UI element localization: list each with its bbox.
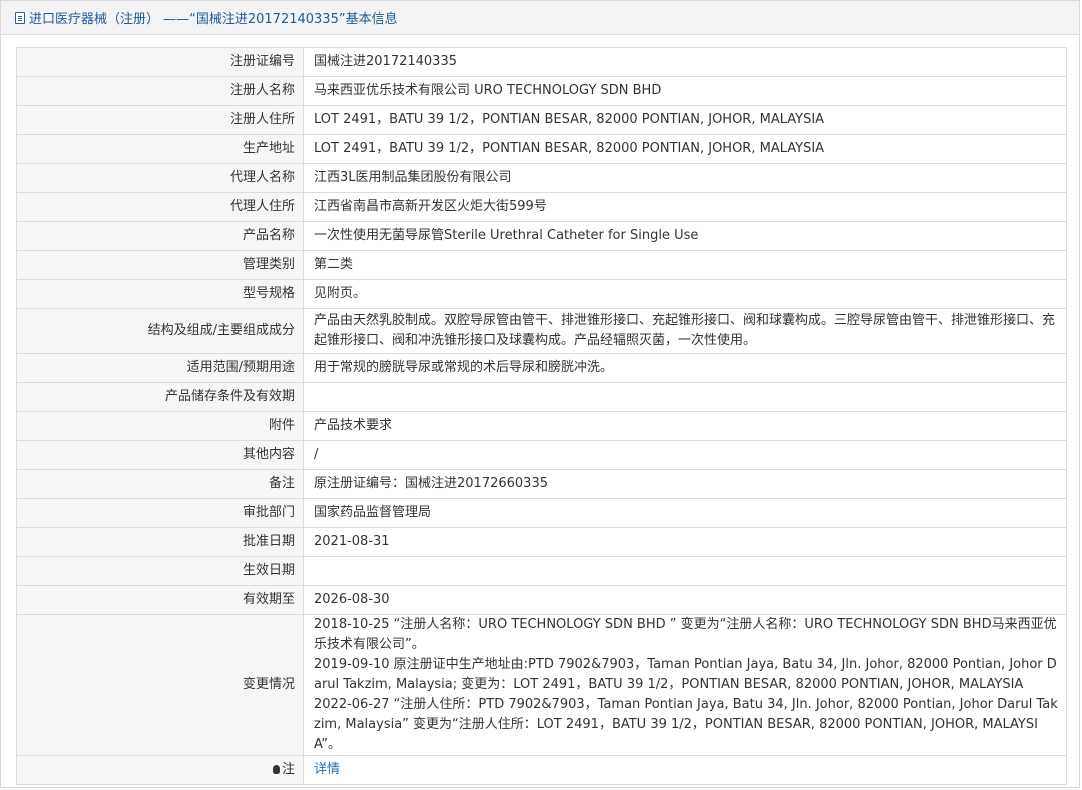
field-value: 第二类 xyxy=(303,250,1067,280)
field-label: 备注 xyxy=(16,469,304,499)
table-row: 注册人名称 马来西亚优乐技术有限公司 URO TECHNOLOGY SDN BHD xyxy=(16,76,1067,106)
bulb-icon xyxy=(272,765,280,774)
page-title: 进口医疗器械（注册） ——“国械注进20172140335”基本信息 xyxy=(29,12,398,27)
field-label: 其他内容 xyxy=(16,440,304,470)
field-label: 注册人住所 xyxy=(16,105,304,135)
table-row: 有效期至 2026-08-30 xyxy=(16,585,1067,615)
field-label: 注册人名称 xyxy=(16,76,304,106)
note-label-cell: 注 xyxy=(16,755,304,785)
field-value: 2021-08-31 xyxy=(303,527,1067,557)
field-value: 原注册证编号：国械注进20172660335 xyxy=(303,469,1067,499)
table-row: 产品名称 一次性使用无菌导尿管Sterile Urethral Catheter … xyxy=(16,221,1067,251)
table-row: 注册人住所 LOT 2491，BATU 39 1/2，PONTIAN BESAR,… xyxy=(16,105,1067,135)
field-value: LOT 2491，BATU 39 1/2，PONTIAN BESAR, 8200… xyxy=(303,134,1067,164)
panel-header: 进口医疗器械（注册） ——“国械注进20172140335”基本信息 xyxy=(1,1,1079,35)
field-label: 变更情况 xyxy=(16,614,304,756)
change-entry: 2018-10-25 “注册人名称：URO TECHNOLOGY SDN BHD… xyxy=(314,617,1057,652)
details-link[interactable]: 详情 xyxy=(314,762,340,777)
field-label: 代理人名称 xyxy=(16,163,304,193)
field-label: 注册证编号 xyxy=(16,47,304,77)
document-icon xyxy=(15,11,25,24)
table-row: 代理人住所 江西省南昌市高新开发区火炬大街599号 xyxy=(16,192,1067,222)
info-table: 注册证编号 国械注进20172140335 注册人名称 马来西亚优乐技术有限公司 UR… xyxy=(16,47,1067,785)
field-label: 适用范围/预期用途 xyxy=(16,353,304,383)
table-row: 其他内容 / xyxy=(16,440,1067,470)
field-label: 产品名称 xyxy=(16,221,304,251)
field-label: 产品储存条件及有效期 xyxy=(16,382,304,412)
field-value: 马来西亚优乐技术有限公司 URO TECHNOLOGY SDN BHD xyxy=(303,76,1067,106)
field-value: 产品由天然乳胶制成。双腔导尿管由管干、排泄锥形接口、充起锥形接口、阀和球囊构成。… xyxy=(303,308,1067,354)
table-row: 生产地址 LOT 2491，BATU 39 1/2，PONTIAN BESAR, … xyxy=(16,134,1067,164)
field-label: 代理人住所 xyxy=(16,192,304,222)
field-value: 产品技术要求 xyxy=(303,411,1067,441)
change-entry: 2022-06-27 “注册人住所：PTD 7902&7903，Taman Po… xyxy=(314,697,1058,752)
field-label: 批准日期 xyxy=(16,527,304,557)
field-label: 生效日期 xyxy=(16,556,304,586)
field-label: 管理类别 xyxy=(16,250,304,280)
table-row: 批准日期 2021-08-31 xyxy=(16,527,1067,557)
note-value: 详情 xyxy=(303,755,1067,785)
table-row: 代理人名称 江西3L医用制品集团股份有限公司 xyxy=(16,163,1067,193)
table-row-note: 注 详情 xyxy=(16,755,1067,785)
field-label: 附件 xyxy=(16,411,304,441)
table-row: 审批部门 国家药品监督管理局 xyxy=(16,498,1067,528)
field-value: 2026-08-30 xyxy=(303,585,1067,615)
table-row: 管理类别 第二类 xyxy=(16,250,1067,280)
table-row: 生效日期 xyxy=(16,556,1067,586)
field-value: 江西省南昌市高新开发区火炬大街599号 xyxy=(303,192,1067,222)
field-value: 用于常规的膀胱导尿或常规的术后导尿和膀胱冲洗。 xyxy=(303,353,1067,383)
field-value: LOT 2491，BATU 39 1/2，PONTIAN BESAR, 8200… xyxy=(303,105,1067,135)
field-value xyxy=(303,556,1067,586)
field-value: / xyxy=(303,440,1067,470)
table-row: 附件 产品技术要求 xyxy=(16,411,1067,441)
table-row: 型号规格 见附页。 xyxy=(16,279,1067,309)
field-label: 型号规格 xyxy=(16,279,304,309)
table-row: 结构及组成/主要组成成分 产品由天然乳胶制成。双腔导尿管由管干、排泄锥形接口、充起… xyxy=(16,308,1067,354)
note-label: 注 xyxy=(281,762,295,777)
field-value: 国械注进20172140335 xyxy=(303,47,1067,77)
table-row-changes: 变更情况 2018-10-25 “注册人名称：URO TECHNOLOGY SDN… xyxy=(16,614,1067,756)
table-row: 备注 原注册证编号：国械注进20172660335 xyxy=(16,469,1067,499)
table-row: 产品储存条件及有效期 xyxy=(16,382,1067,412)
table-row: 注册证编号 国械注进20172140335 xyxy=(16,47,1067,77)
field-value xyxy=(303,382,1067,412)
change-history: 2018-10-25 “注册人名称：URO TECHNOLOGY SDN BHD… xyxy=(303,614,1067,756)
field-label: 审批部门 xyxy=(16,498,304,528)
detail-panel: 进口医疗器械（注册） ——“国械注进20172140335”基本信息 注册证编号… xyxy=(0,0,1080,788)
field-value: 国家药品监督管理局 xyxy=(303,498,1067,528)
field-label: 有效期至 xyxy=(16,585,304,615)
change-entry: 2019-09-10 原注册证中生产地址由:PTD 7902&7903，Tama… xyxy=(314,657,1057,692)
field-label: 结构及组成/主要组成成分 xyxy=(16,308,304,354)
field-value: 见附页。 xyxy=(303,279,1067,309)
field-value: 江西3L医用制品集团股份有限公司 xyxy=(303,163,1067,193)
field-value: 一次性使用无菌导尿管Sterile Urethral Catheter for … xyxy=(303,221,1067,251)
table-row: 适用范围/预期用途 用于常规的膀胱导尿或常规的术后导尿和膀胱冲洗。 xyxy=(16,353,1067,383)
field-label: 生产地址 xyxy=(16,134,304,164)
